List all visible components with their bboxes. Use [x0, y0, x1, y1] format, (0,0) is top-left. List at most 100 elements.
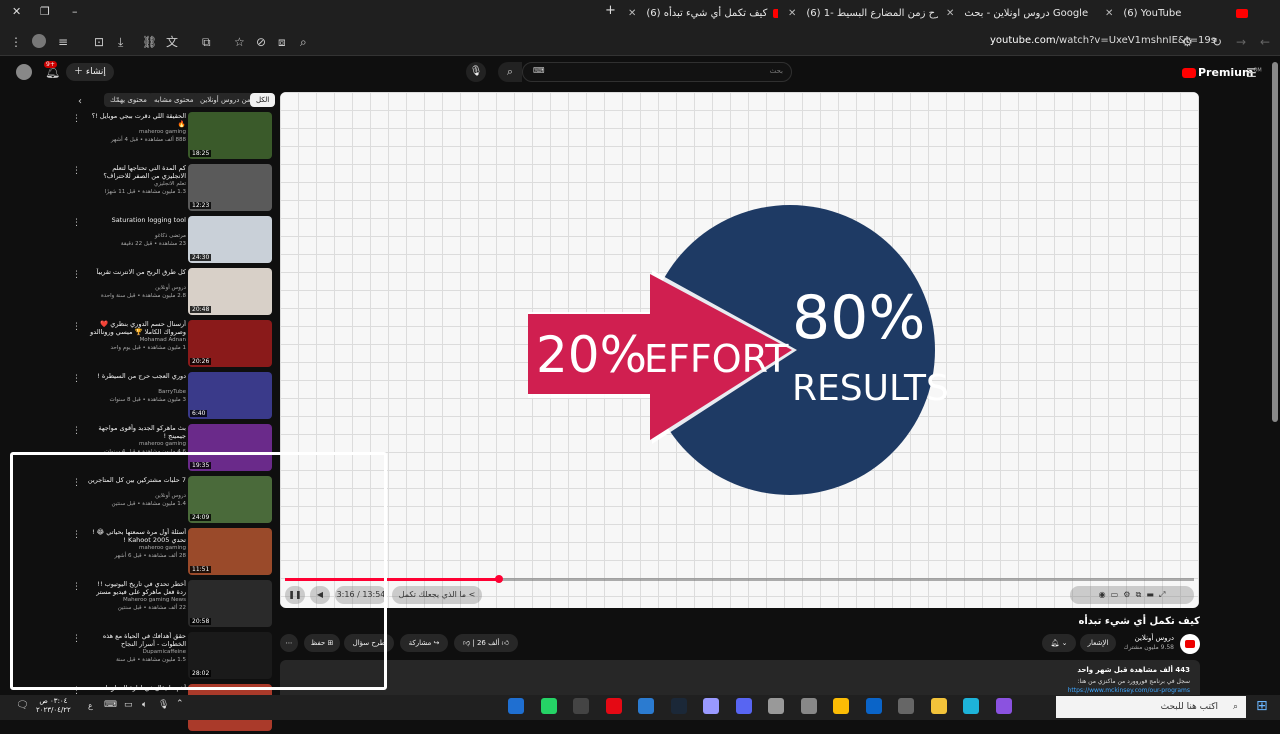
video-thumbnail[interactable]: 18:25	[188, 112, 272, 159]
subscribed-button[interactable]: الإشعار	[1080, 634, 1116, 652]
video-channel[interactable]: BarryTube	[158, 389, 186, 395]
more-dots-icon[interactable]: ⋮	[72, 270, 81, 280]
ask-button[interactable]: طرح سؤال	[344, 634, 394, 652]
premiere-icon[interactable]	[703, 698, 719, 714]
video-thumbnail[interactable]: 20:26	[188, 320, 272, 367]
progress-bar[interactable]	[285, 575, 1194, 583]
teams-icon[interactable]	[573, 698, 589, 714]
video-channel[interactable]: maheroo gaming	[139, 545, 186, 551]
video-title[interactable]: حقق أهدافك في الحياة مع هذه الخطوات - أس…	[86, 632, 186, 648]
voice-search-button[interactable]: 🎙︎	[466, 62, 486, 82]
game-icon[interactable]	[800, 698, 817, 714]
more-dots-icon[interactable]: ⋮	[72, 322, 81, 332]
bookmark-star-icon[interactable]: ☆	[234, 35, 245, 49]
video-thumbnail[interactable]: 11:51	[188, 528, 272, 575]
whatsapp-icon[interactable]	[540, 698, 557, 714]
store-icon[interactable]	[898, 698, 914, 714]
clock-icon[interactable]	[768, 698, 784, 714]
more-dots-icon[interactable]: ⋮	[72, 582, 81, 592]
hide-icon[interactable]: ⊘	[256, 35, 266, 49]
video-thumbnail[interactable]: 28:02	[188, 632, 272, 679]
more-dots-icon[interactable]: ⋮	[72, 218, 81, 228]
speaker-icon[interactable]: 🔈︎	[142, 700, 147, 710]
related-video-item[interactable]: ⋮ 24:30 Saturation logging tool مرتضى ذكاغو…	[72, 216, 272, 266]
video-title[interactable]: كم المدة التي تحتاجها لتعلم الانجليزي من…	[86, 164, 186, 180]
more-actions-button[interactable]: ⋯	[280, 634, 298, 652]
file-explorer-icon[interactable]	[930, 698, 947, 714]
video-thumbnail[interactable]: 19:35	[188, 424, 272, 471]
edge-icon[interactable]	[963, 698, 979, 714]
discord-icon[interactable]	[735, 698, 752, 714]
video-channel[interactable]: Mohamad Adnan	[140, 337, 186, 343]
chevron-left-icon[interactable]: ‹	[78, 96, 82, 107]
avatar[interactable]	[32, 34, 46, 48]
chip-from-channel[interactable]: من دروس أونلاين	[194, 93, 257, 107]
video-channel[interactable]: Maheroo gaming News	[123, 597, 186, 603]
vscode-icon[interactable]	[638, 698, 654, 714]
chapter-button[interactable]: ما الذي يجعلك تكمل <	[392, 586, 482, 604]
close-window-icon[interactable]: ✕	[12, 5, 21, 18]
like-count[interactable]: 26 ألف	[477, 639, 499, 647]
related-video-item[interactable]: ⋮ 20:58 أخطر تحدي في تاريخ اليوتيوب !! ردة…	[72, 580, 272, 630]
chrome-icon[interactable]	[833, 698, 849, 714]
reload-icon[interactable]: ↻	[1212, 35, 1222, 49]
menu-dots-icon[interactable]: ⋮	[10, 35, 22, 49]
network-icon[interactable]: ▭	[124, 700, 133, 710]
restore-window-icon[interactable]: ❐	[40, 5, 50, 18]
video-channel[interactable]: تعلم الانجليزي	[154, 181, 186, 187]
keyboard-icon[interactable]: ⌨	[104, 700, 117, 710]
fullscreen-icon[interactable]: ⤢	[1159, 590, 1165, 599]
video-player[interactable]: 20% EFFORT 80% RESULTS ❚❚ ◀ 3:16 / 13:54…	[280, 92, 1199, 608]
microphone-icon[interactable]: 🎙︎	[158, 700, 169, 710]
zoom-icon[interactable]: ⌕	[300, 35, 307, 49]
video-title[interactable]: 7 حلبات مشتركين بين كل المتاجرين	[86, 476, 186, 492]
video-title[interactable]: كل طرق الربح من الانترنت تقريباً	[86, 268, 186, 284]
more-dots-icon[interactable]: ⋮	[72, 114, 81, 124]
shield-icon[interactable]	[508, 698, 524, 714]
autoplay-toggle-icon[interactable]: ◉	[1099, 590, 1106, 599]
video-title[interactable]: الحقيقة اللي دقرت ببجي موبايل !؟ 🔥	[86, 112, 186, 128]
tab-youtube[interactable]: ✕ (6) YouTube	[1105, 4, 1225, 24]
tab-google-search[interactable]: ✕ دروس اونلاين - بحث Google	[946, 4, 1096, 24]
close-tab-icon[interactable]: ✕	[628, 8, 636, 19]
playlist-icon[interactable]: ≡	[58, 35, 68, 49]
tab-video-present-simple[interactable]: ✕ (6) 1- شرح زمن المضارع البسيط	[788, 4, 938, 24]
theater-mode-icon[interactable]: ▬	[1146, 590, 1154, 599]
app-icon[interactable]	[995, 698, 1012, 714]
close-tab-icon[interactable]: ✕	[788, 8, 796, 19]
steam-icon[interactable]	[670, 698, 687, 714]
close-tab-icon[interactable]: ✕	[1105, 8, 1113, 19]
share-button[interactable]: مشاركة ↪	[400, 634, 448, 652]
create-button[interactable]: ＋ إنشاء	[66, 63, 114, 81]
video-thumbnail[interactable]: 12:23	[188, 164, 272, 211]
taskbar-clock[interactable]: ٠٣:٠٤ ص ٢٠٢٣/٠٤/٢٢	[36, 697, 71, 715]
save-button[interactable]: حفظ ⊞	[304, 634, 340, 652]
windows-start-icon[interactable]: ⊞	[1256, 698, 1268, 714]
download-icon[interactable]: ⤓	[118, 35, 123, 49]
channel-avatar[interactable]	[1180, 634, 1200, 654]
notification-center-icon[interactable]: 🗨︎	[16, 700, 29, 711]
translate-icon[interactable]: 文	[166, 35, 178, 49]
more-dots-icon[interactable]: ⋮	[72, 426, 81, 436]
chip-all[interactable]: الكل	[250, 93, 276, 107]
more-dots-icon[interactable]: ⋮	[72, 634, 81, 644]
minimize-window-icon[interactable]: –	[72, 5, 78, 18]
install-icon[interactable]: ⧈	[278, 35, 286, 49]
more-dots-icon[interactable]: ⋮	[72, 166, 81, 176]
link-icon[interactable]: ⛓	[142, 35, 157, 49]
related-video-item[interactable]: ⋮ 28:02 حقق أهدافك في الحياة مع هذه الخطوا…	[72, 632, 272, 682]
video-title[interactable]: أسئلة أول مرة سمعتها بحياتي 😂 ! تحدي Kah…	[86, 528, 186, 544]
tab-video-current[interactable]: ✕ (6) كيف تكمل أي شيء تبدأه	[628, 4, 778, 24]
more-dots-icon[interactable]: ⋮	[72, 478, 81, 488]
related-video-item[interactable]: ⋮ 20:26 أرسنال حسم الدوري بنظري ❤️ وصرواك …	[72, 320, 272, 370]
more-dots-icon[interactable]: ⋮	[72, 374, 81, 384]
settings-gear-icon[interactable]: ⚙	[1123, 590, 1130, 599]
more-dots-icon[interactable]: ⋮	[72, 530, 81, 540]
video-thumbnail[interactable]: 20:48	[188, 268, 272, 315]
dislike-icon[interactable]: 👎︎	[463, 639, 470, 647]
back-icon[interactable]: ←	[1260, 35, 1270, 49]
description-link[interactable]: https://www.mckinsey.com/our-programs	[1068, 687, 1190, 694]
hamburger-menu-icon[interactable]: ☰	[1246, 66, 1257, 80]
video-thumbnail[interactable]: 24:30	[188, 216, 272, 263]
video-channel[interactable]: maheroo gaming	[139, 441, 186, 447]
